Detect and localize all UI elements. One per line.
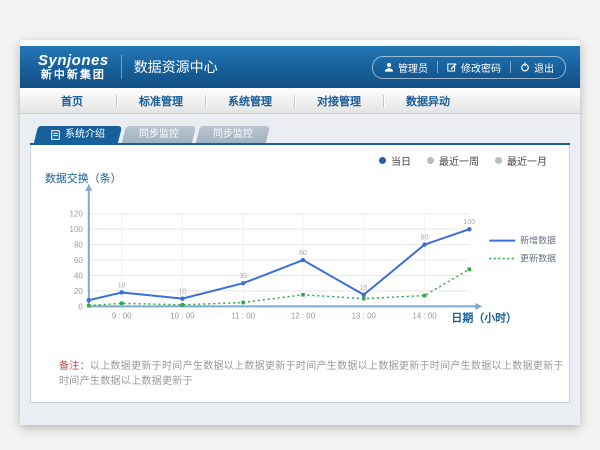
tab-underline xyxy=(30,143,570,145)
page-title: 数据资源中心 xyxy=(134,57,218,77)
y-tick-label: 120 xyxy=(70,210,84,219)
header: Synjones 新中新集团 数据资源中心 管理员 修改密码 退出 xyxy=(20,46,580,88)
note-label: 备注： xyxy=(59,361,90,372)
x-tick-label: 13 : 00 xyxy=(352,311,377,320)
brand-logo: Synjones 新中新集团 xyxy=(38,52,109,82)
x-tick-label: 10 : 00 xyxy=(170,311,195,320)
y-tick-label: 20 xyxy=(74,287,83,296)
nav-item-3[interactable]: 对接管理 xyxy=(295,93,383,109)
x-tick-label: 12 : 00 xyxy=(291,311,316,320)
nav-item-4[interactable]: 数据异动 xyxy=(384,93,472,109)
note-text: 以上数据更新于时间产生数据以上数据更新于时间产生数据以上数据更新于时间产生数据以… xyxy=(59,361,564,387)
brand-name: Synjones xyxy=(38,52,109,69)
range-options: 当日 最近一周 最近一月 xyxy=(379,153,547,168)
user-menu: 管理员 修改密码 退出 xyxy=(372,56,566,79)
power-icon xyxy=(520,62,530,72)
user-button[interactable]: 管理员 xyxy=(375,60,437,75)
data-point xyxy=(181,303,185,307)
screen: Synjones 新中新集团 数据资源中心 管理员 修改密码 退出 xyxy=(0,0,600,450)
data-point-label: 30 xyxy=(239,273,247,280)
change-password-label: 修改密码 xyxy=(461,60,501,75)
data-point xyxy=(423,294,427,298)
panel: 0 20 40 60 80 100 120 9 : 00 10 : 00 11 : 00 12 : … xyxy=(30,145,570,403)
radio-icon xyxy=(427,157,434,164)
data-point-label: 100 xyxy=(464,219,476,226)
data-point xyxy=(120,301,124,305)
content: 系统介绍 同步监控 同步监控 0 20 40 60 80 100 120 9 : 00 10 : 0… xyxy=(20,114,580,426)
data-point xyxy=(87,304,91,308)
data-point xyxy=(467,227,471,231)
radio-icon xyxy=(379,157,386,164)
tab-label: 系统介绍 xyxy=(65,126,105,143)
y-axis-arrow-icon xyxy=(85,184,92,191)
change-password-button[interactable]: 修改密码 xyxy=(438,60,510,75)
series-line xyxy=(89,229,470,300)
data-point-label: 18 xyxy=(118,282,126,289)
data-point-label: 15 xyxy=(360,285,368,292)
range-option-label: 最近一周 xyxy=(439,153,479,168)
data-point xyxy=(362,293,366,297)
app-window: Synjones 新中新集团 数据资源中心 管理员 修改密码 退出 xyxy=(20,40,580,425)
tab-label: 同步监控 xyxy=(213,126,253,143)
user-icon xyxy=(384,62,394,72)
range-option-0[interactable]: 当日 xyxy=(379,153,411,168)
y-tick-label: 0 xyxy=(78,302,83,311)
edit-icon xyxy=(447,62,457,72)
x-tick-label: 14 : 00 xyxy=(412,311,437,320)
data-point xyxy=(87,298,91,302)
legend-label[interactable]: 更新数据 xyxy=(520,253,556,264)
tabs: 系统介绍 同步监控 同步监控 xyxy=(36,126,272,143)
tab-label: 同步监控 xyxy=(139,126,179,143)
tab-0[interactable]: 系统介绍 xyxy=(36,126,120,143)
data-point xyxy=(241,301,245,305)
data-point xyxy=(301,258,305,262)
y-tick-label: 40 xyxy=(74,271,83,280)
logout-label: 退出 xyxy=(534,60,554,75)
user-label: 管理员 xyxy=(398,60,428,75)
data-point xyxy=(301,293,305,297)
legend-label[interactable]: 新增数据 xyxy=(520,235,556,246)
data-point xyxy=(362,297,366,301)
y-axis-title: 数据交换（条） xyxy=(45,171,122,185)
nav-item-0[interactable]: 首页 xyxy=(28,93,116,109)
range-option-2[interactable]: 最近一月 xyxy=(495,153,547,168)
tab-1[interactable]: 同步监控 xyxy=(124,126,194,143)
data-point xyxy=(241,281,245,285)
data-point-label: 60 xyxy=(299,250,307,257)
y-tick-label: 60 xyxy=(74,256,83,265)
brand-name-cn: 新中新集团 xyxy=(38,69,109,82)
range-option-label: 最近一月 xyxy=(507,153,547,168)
y-tick-label: 100 xyxy=(70,225,84,234)
data-point xyxy=(180,296,184,300)
data-point xyxy=(119,290,123,294)
data-point-label: 80 xyxy=(421,235,429,242)
y-tick-label: 80 xyxy=(74,241,83,250)
document-icon xyxy=(51,130,60,140)
data-point xyxy=(468,268,472,272)
tab-2[interactable]: 同步监控 xyxy=(198,126,268,143)
nav: 首页标准管理系统管理对接管理数据异动 xyxy=(20,88,580,114)
nav-item-1[interactable]: 标准管理 xyxy=(117,93,205,109)
nav-item-2[interactable]: 系统管理 xyxy=(206,93,294,109)
range-option-1[interactable]: 最近一周 xyxy=(427,153,479,168)
x-axis-arrow-icon xyxy=(475,303,482,310)
header-divider xyxy=(121,55,122,79)
radio-icon xyxy=(495,157,502,164)
series-line xyxy=(89,269,470,305)
x-tick-label: 9 : 00 xyxy=(112,311,132,320)
data-point-label: 10 xyxy=(179,289,187,296)
logout-button[interactable]: 退出 xyxy=(511,60,563,75)
data-point xyxy=(422,242,426,246)
x-axis-title: 日期（小时） xyxy=(451,310,517,324)
note: 备注：以上数据更新于时间产生数据以上数据更新于时间产生数据以上数据更新于时间产生… xyxy=(59,357,569,387)
x-tick-label: 11 : 00 xyxy=(231,311,255,320)
range-option-label: 当日 xyxy=(391,153,411,168)
